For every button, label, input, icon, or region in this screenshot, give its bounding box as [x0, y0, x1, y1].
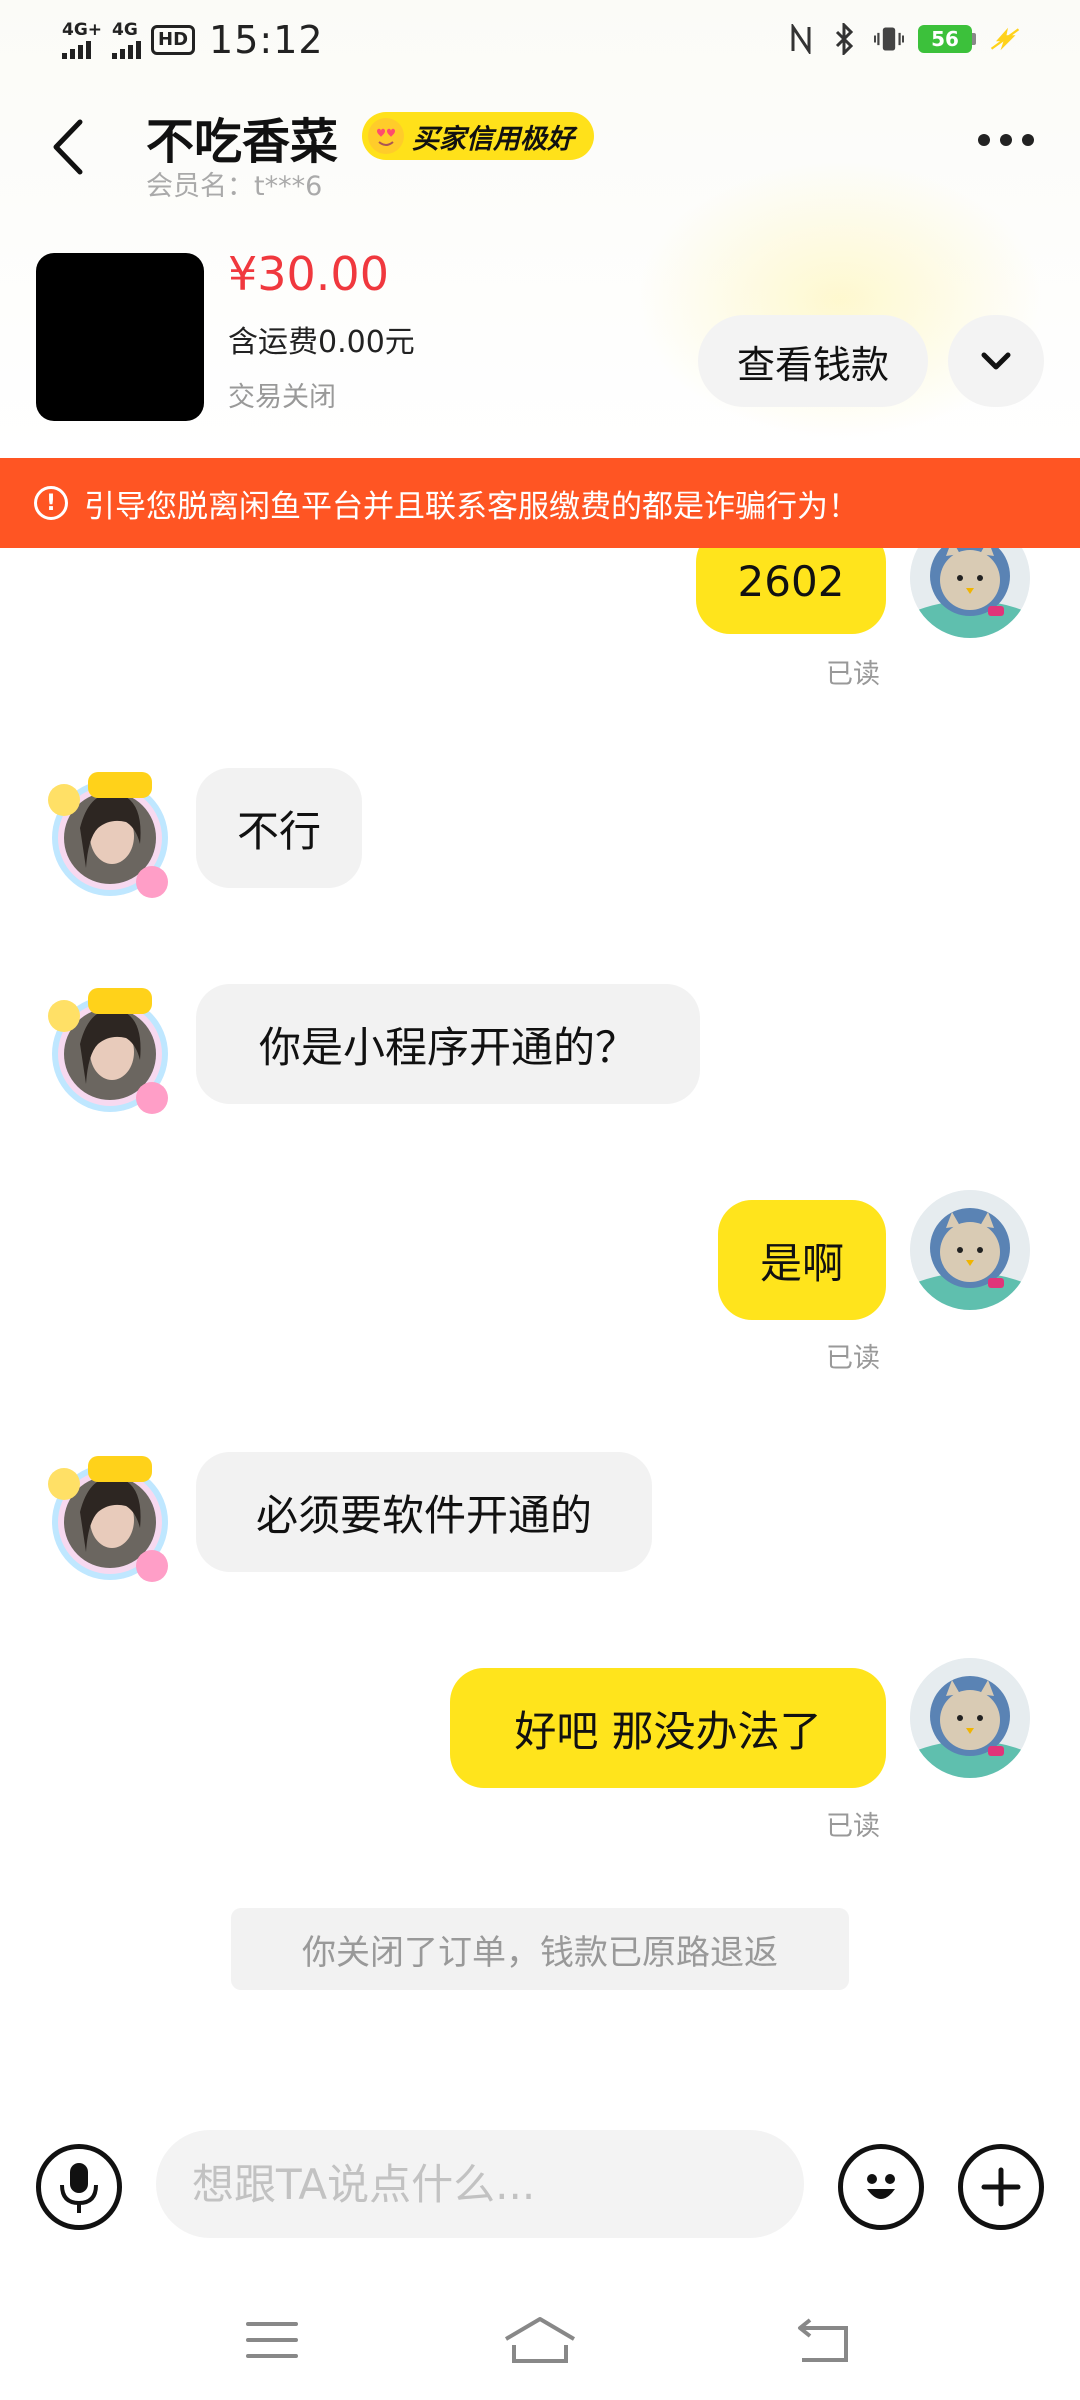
more-options-button[interactable]: [978, 134, 1034, 146]
signal-icon: 4G: [112, 19, 142, 59]
credit-badge-label: 买家信用极好: [412, 123, 574, 155]
signal-icon: 4G+: [62, 19, 103, 59]
my-avatar[interactable]: [910, 1190, 1030, 1310]
signal-label: 4G: [112, 19, 138, 40]
item-thumbnail[interactable]: [36, 253, 204, 421]
battery-icon: 56: [918, 25, 976, 53]
trade-status: 交易关闭: [228, 382, 336, 413]
more-dot-icon: [1022, 134, 1034, 146]
credit-badge: 买家信用极好: [362, 112, 594, 160]
message-bubble-mine[interactable]: 好吧 那没办法了: [450, 1668, 886, 1788]
expand-button[interactable]: [948, 315, 1044, 407]
seller-avatar[interactable]: [40, 1442, 180, 1592]
message-input[interactable]: [156, 2130, 804, 2238]
system-message: 你关闭了订单，钱款已原路退返: [231, 1908, 849, 1990]
nfc-icon: [786, 22, 816, 56]
system-nav-bar: [0, 2270, 1080, 2400]
view-money-button[interactable]: 查看钱款: [698, 315, 928, 407]
microphone-icon: [60, 2163, 98, 2213]
chevron-down-icon: [981, 352, 1011, 370]
item-card[interactable]: ¥30.00 含运费0.00元 交易关闭 查看钱款: [0, 245, 1080, 425]
my-avatar[interactable]: [910, 1658, 1030, 1778]
back-arrow-icon: [53, 119, 83, 175]
member-id: 会员名：t***6: [146, 171, 323, 202]
home-icon: [504, 2317, 576, 2363]
seller-avatar[interactable]: [40, 758, 180, 908]
cat-avatar-icon: [910, 1190, 1030, 1310]
status-bar: 4G+ 4G HD 15:12 56: [0, 0, 1080, 84]
message-bubble-theirs[interactable]: 必须要软件开通的: [196, 1452, 652, 1572]
bluetooth-icon: [830, 22, 860, 56]
cat-avatar-icon: [910, 548, 1030, 638]
vibrate-icon: [874, 22, 904, 56]
status-left: 4G+ 4G HD 15:12: [62, 18, 324, 62]
input-bar: [0, 2120, 1080, 2250]
read-receipt: 已读: [826, 1343, 880, 1374]
status-time: 15:12: [209, 18, 324, 62]
heart-eyes-icon: [368, 118, 404, 154]
my-avatar[interactable]: [910, 548, 1030, 638]
message-bubble-mine[interactable]: 2602: [696, 548, 886, 634]
signal-label: 4G+: [62, 19, 103, 40]
charging-icon: [990, 22, 1020, 56]
hd-voice-icon: HD: [151, 25, 196, 55]
read-receipt: 已读: [826, 659, 880, 690]
message-bubble-mine[interactable]: 是啊: [718, 1200, 886, 1320]
alert-icon: !: [34, 486, 68, 520]
cat-avatar-icon: [910, 1658, 1030, 1778]
chat-list[interactable]: 2602 已读 不行 你是小程序开通的？ 是啊 已读 必须要软件开通的 好吧 那…: [0, 548, 1080, 2128]
return-icon: [798, 2318, 848, 2362]
voice-input-button[interactable]: [36, 2144, 122, 2230]
seller-avatar-frame-icon: [48, 772, 168, 898]
seller-avatar[interactable]: [40, 974, 180, 1124]
fraud-warning-banner: ! 引导您脱离闲鱼平台并且联系客服缴费的都是诈骗行为！: [0, 458, 1080, 548]
nav-back-button[interactable]: [784, 2310, 864, 2370]
smiley-icon: [867, 2174, 895, 2199]
emoji-button[interactable]: [838, 2144, 924, 2230]
menu-icon: [246, 2322, 298, 2358]
chat-header: 不吃香菜 买家信用极好 会员名：t***6: [0, 84, 1080, 214]
nav-menu-button[interactable]: [232, 2310, 312, 2370]
item-shipping: 含运费0.00元: [228, 325, 415, 360]
battery-level: 56: [918, 25, 972, 53]
warning-text: 引导您脱离闲鱼平台并且联系客服缴费的都是诈骗行为！: [84, 488, 859, 525]
nav-home-button[interactable]: [500, 2310, 580, 2370]
seller-avatar-frame-icon: [48, 988, 168, 1114]
message-bubble-theirs[interactable]: 不行: [196, 768, 362, 888]
more-dot-icon: [1000, 134, 1012, 146]
status-right: 56: [786, 22, 1020, 56]
contact-nickname: 不吃香菜: [146, 114, 339, 170]
read-receipt: 已读: [826, 1811, 880, 1842]
item-price: ¥30.00: [228, 247, 389, 301]
seller-avatar-frame-icon: [48, 1456, 168, 1582]
back-button[interactable]: [44, 114, 100, 180]
more-actions-button[interactable]: [958, 2144, 1044, 2230]
more-dot-icon: [978, 134, 990, 146]
message-bubble-theirs[interactable]: 你是小程序开通的？: [196, 984, 700, 1104]
plus-icon: [981, 2167, 1021, 2207]
